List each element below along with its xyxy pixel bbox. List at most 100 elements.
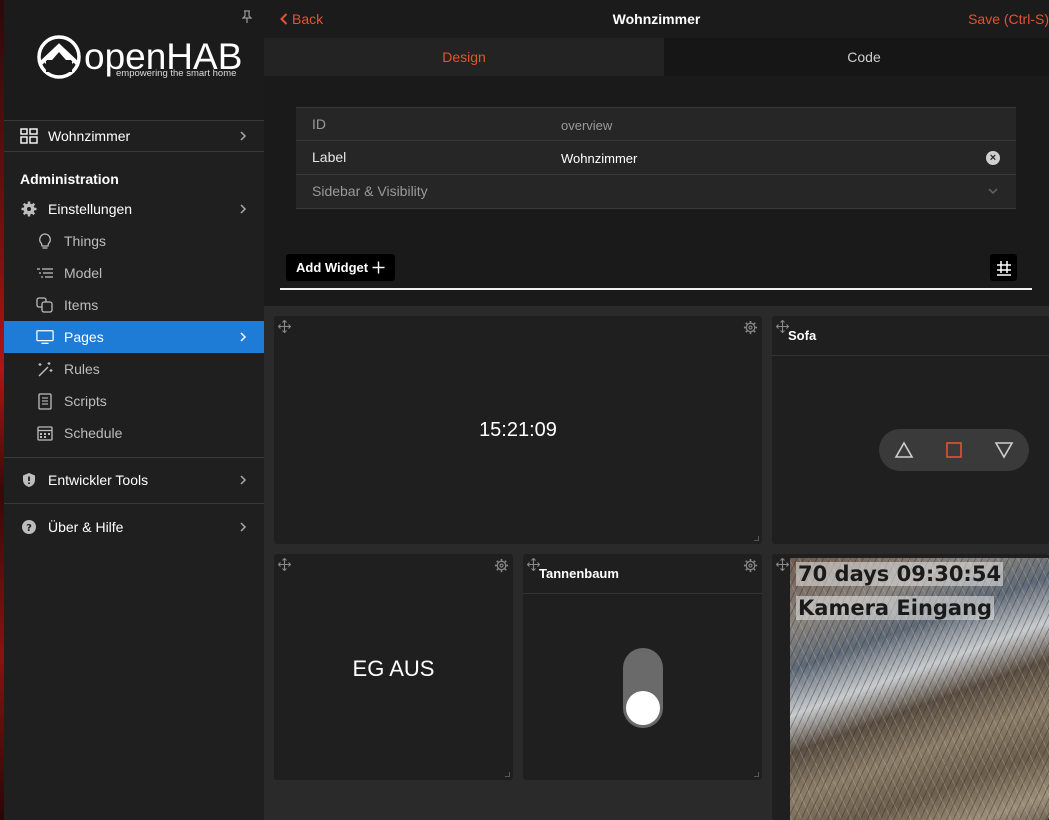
page-properties-area: ID overview Label Wohnzimmer × Sidebar &… <box>264 76 1049 306</box>
widget-card-eg[interactable]: EG AUS <box>274 554 513 780</box>
divider <box>4 457 264 458</box>
camera-image: 70 days 09:30:54 Kamera Eingang <box>790 558 1049 820</box>
document-icon <box>36 392 54 410</box>
save-button[interactable]: Save (Ctrl-S) <box>968 11 1049 27</box>
resize-handle[interactable] <box>754 772 759 777</box>
widget-card-clock[interactable]: 15:21:09 <box>274 316 762 544</box>
sidebar-item-label: Entwickler Tools <box>48 472 149 488</box>
rollershutter-control <box>879 429 1029 471</box>
section-title-administration: Administration <box>20 171 119 187</box>
openhab-logo-icon[interactable] <box>36 34 82 80</box>
list-tree-icon <box>36 264 54 282</box>
triangle-up-icon[interactable] <box>893 439 915 461</box>
chevron-right-icon <box>240 522 247 532</box>
plus-icon <box>372 261 385 274</box>
tannenbaum-title: Tannenbaum <box>539 566 619 581</box>
monitor-icon <box>36 328 54 346</box>
sofa-title: Sofa <box>788 328 817 343</box>
sidebar-item-help[interactable]: ? Über & Hilfe <box>4 511 264 543</box>
help-circle-icon: ? <box>20 518 38 536</box>
sidebar-item-label: Über & Hilfe <box>48 519 124 535</box>
gear-icon[interactable] <box>743 320 758 335</box>
sidebar-item-label: Model <box>64 265 103 281</box>
sidebar-item-label: Pages <box>64 329 104 345</box>
page-properties-list: ID overview Label Wohnzimmer × Sidebar &… <box>296 107 1016 209</box>
sidebar-item-label: Schedule <box>64 425 123 441</box>
card-header-divider <box>523 593 762 594</box>
gear-icon <box>20 200 38 218</box>
label-row[interactable]: Label Wohnzimmer × <box>296 141 1016 175</box>
sidebar-item-scripts[interactable]: Scripts <box>4 385 264 417</box>
id-row: ID overview <box>296 107 1016 141</box>
logo-area: openHAB empowering the smart home <box>4 0 264 120</box>
id-value: overview <box>561 118 613 133</box>
add-widget-label: Add Widget <box>296 260 369 275</box>
tab-code[interactable]: Code <box>664 38 1049 76</box>
lightbulb-icon <box>36 232 54 250</box>
grid-icon <box>20 127 38 145</box>
sidebar-visibility-row[interactable]: Sidebar & Visibility <box>296 175 1016 209</box>
widget-card-camera[interactable]: 70 days 09:30:54 Kamera Eingang <box>772 554 1049 820</box>
current-page-link[interactable]: Wohnzimmer <box>4 120 264 152</box>
toggle-knob <box>626 691 660 725</box>
widget-card-sofa[interactable]: Sofa <box>772 316 1049 544</box>
sidebar-item-einstellungen[interactable]: Einstellungen <box>4 193 264 225</box>
widget-card-tannenbaum[interactable]: Tannenbaum <box>523 554 762 780</box>
move-icon[interactable] <box>278 558 291 571</box>
tannenbaum-toggle[interactable] <box>623 648 663 728</box>
divider <box>4 151 264 152</box>
sidebar-item-things[interactable]: Things <box>4 225 264 257</box>
grid-toggle-button[interactable] <box>990 254 1017 281</box>
label-input[interactable]: Wohnzimmer <box>561 151 637 166</box>
top-navbar: Back Wohnzimmer Save (Ctrl-S) <box>264 0 1049 38</box>
chevron-right-icon <box>240 475 247 485</box>
divider <box>4 503 264 504</box>
pin-icon[interactable] <box>242 10 252 24</box>
gear-icon[interactable] <box>494 558 509 573</box>
clock-value: 15:21:09 <box>479 419 557 441</box>
label-label: Label <box>312 149 347 165</box>
widget-canvas: 15:21:09 Sofa EG AUS Tannenbaum 70 days … <box>264 306 1049 820</box>
card-header-divider <box>772 355 1049 356</box>
sidebar-item-schedule[interactable]: Schedule <box>4 417 264 449</box>
add-widget-button[interactable]: Add Widget <box>286 254 396 281</box>
hashtag-grid-icon <box>996 260 1011 276</box>
sidebar-item-model[interactable]: Model <box>4 257 264 289</box>
resize-handle[interactable] <box>505 772 510 777</box>
move-icon[interactable] <box>278 320 291 333</box>
sidebar: openHAB empowering the smart home Wohnzi… <box>4 0 264 820</box>
tab-design[interactable]: Design <box>264 38 664 76</box>
magic-wand-icon <box>36 360 54 378</box>
calendar-icon <box>36 424 54 442</box>
main-panel: Back Wohnzimmer Save (Ctrl-S) Design Cod… <box>264 0 1049 820</box>
page-title: Wohnzimmer <box>612 11 701 27</box>
editor-tabs: Design Code <box>264 38 1049 76</box>
clear-input-icon[interactable]: × <box>986 151 1000 165</box>
square-stop-icon[interactable] <box>943 439 965 461</box>
sidebar-item-label: Items <box>64 297 99 313</box>
sidebar-item-label: Einstellungen <box>48 201 133 217</box>
chevron-down-icon <box>988 188 998 195</box>
squares-icon <box>36 296 54 314</box>
camera-overlay-name: Kamera Eingang <box>796 596 995 620</box>
eg-value: EG AUS <box>352 656 435 681</box>
chevron-right-icon <box>240 332 247 342</box>
id-label: ID <box>312 116 326 132</box>
svg-text:?: ? <box>26 523 32 534</box>
camera-overlay-uptime: 70 days 09:30:54 <box>796 562 1004 586</box>
triangle-down-icon[interactable] <box>993 439 1015 461</box>
gear-icon[interactable] <box>743 558 758 573</box>
sidebar-item-label: Rules <box>64 361 100 377</box>
sidebar-item-developer-tools[interactable]: Entwickler Tools <box>4 464 264 496</box>
toolbar-underline <box>280 288 1032 290</box>
chevron-right-icon <box>240 204 247 214</box>
brand-tagline: empowering the smart home <box>116 68 237 79</box>
sidebar-item-items[interactable]: Items <box>4 289 264 321</box>
sidebar-item-rules[interactable]: Rules <box>4 353 264 385</box>
resize-handle[interactable] <box>754 536 759 541</box>
sidebar-item-pages[interactable]: Pages <box>4 321 264 353</box>
shield-alert-icon <box>20 471 38 489</box>
sidebar-visibility-label: Sidebar & Visibility <box>312 183 428 199</box>
current-page-label: Wohnzimmer <box>48 128 131 144</box>
move-icon[interactable] <box>776 558 789 571</box>
